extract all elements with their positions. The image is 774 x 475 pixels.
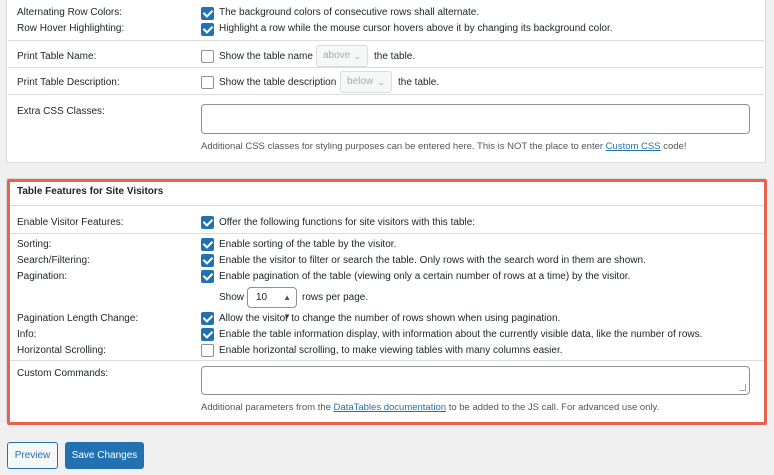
extra-css-classes-input[interactable]: [201, 104, 750, 134]
pagination-label: Pagination:: [17, 271, 68, 282]
pagination-length-change-text: Allow the visitor to change the number o…: [219, 313, 561, 324]
sorting-checkbox[interactable]: [201, 238, 214, 251]
rows-per-page-suffix: rows per page.: [302, 292, 369, 303]
custom-commands-help: Additional parameters from the DataTable…: [201, 402, 659, 413]
divider: [8, 40, 764, 41]
custom-commands-label: Custom Commands:: [17, 368, 109, 379]
enable-visitor-features-text: Offer the following functions for site v…: [219, 217, 476, 228]
horizontal-scrolling-text: Enable horizontal scrolling, to make vie…: [219, 345, 563, 356]
alternating-row-colors-checkbox[interactable]: [201, 7, 214, 20]
print-table-name-text: Show the table name: [219, 51, 313, 62]
search-filtering-text: Enable the visitor to filter or search t…: [219, 255, 646, 266]
divider: [8, 205, 764, 206]
print-table-description-text: Show the table description: [219, 77, 337, 88]
pagination-checkbox[interactable]: [201, 270, 214, 283]
print-table-description-checkbox[interactable]: [201, 76, 214, 89]
alternating-row-colors-label: Alternating Row Colors:: [17, 7, 123, 18]
enable-visitor-features-checkbox[interactable]: [201, 216, 214, 229]
custom-commands-help-text: Additional parameters from the: [201, 402, 331, 413]
resize-handle-icon[interactable]: [739, 384, 746, 391]
row-hover-highlighting-label: Row Hover Highlighting:: [17, 23, 125, 34]
table-name-position-value: above: [323, 50, 351, 61]
info-label: Info:: [17, 329, 37, 340]
extra-css-classes-label: Extra CSS Classes:: [17, 106, 105, 117]
search-filtering-checkbox[interactable]: [201, 254, 214, 267]
extra-css-help-suffix: code!: [663, 141, 687, 152]
divider: [8, 67, 764, 68]
datatables-documentation-link[interactable]: DataTables documentation: [334, 402, 447, 413]
divider: [8, 94, 764, 95]
print-table-name-label: Print Table Name:: [17, 51, 97, 62]
enable-visitor-features-label: Enable Visitor Features:: [17, 217, 124, 228]
extra-css-help-text: Additional CSS classes for styling purpo…: [201, 141, 604, 152]
chevron-down-icon: ⌄: [353, 51, 361, 61]
custom-css-link[interactable]: Custom CSS: [606, 141, 661, 152]
alternating-row-colors-text: The background colors of consecutive row…: [219, 7, 480, 18]
horizontal-scrolling-label: Horizontal Scrolling:: [17, 345, 106, 356]
print-table-description-label: Print Table Description:: [17, 77, 120, 88]
rows-per-page-input[interactable]: 10 ▲ ▼: [247, 287, 297, 321]
horizontal-scrolling-checkbox[interactable]: [201, 344, 214, 357]
info-checkbox[interactable]: [201, 328, 214, 341]
table-description-position-value: below: [347, 76, 374, 87]
print-table-description-suffix: the table.: [398, 77, 440, 88]
table-description-position-select[interactable]: below ⌄: [340, 71, 392, 93]
rows-per-page-value: 10: [256, 292, 268, 303]
divider: [8, 360, 764, 361]
row-hover-highlighting-checkbox[interactable]: [201, 23, 214, 36]
sorting-label: Sorting:: [17, 239, 52, 250]
chevron-down-icon: ⌄: [377, 77, 385, 87]
pagination-text: Enable pagination of the table (viewing …: [219, 271, 631, 282]
table-name-position-select[interactable]: above ⌄: [316, 45, 368, 67]
custom-commands-textarea[interactable]: [201, 366, 750, 395]
print-table-name-checkbox[interactable]: [201, 50, 214, 63]
sorting-text: Enable sorting of the table by the visit…: [219, 239, 397, 250]
search-filtering-label: Search/Filtering:: [17, 255, 90, 266]
section-heading: Table Features for Site Visitors: [17, 186, 164, 197]
pagination-length-change-label: Pagination Length Change:: [17, 313, 139, 324]
print-table-name-suffix: the table.: [374, 51, 416, 62]
pagination-show-label: Show: [219, 292, 245, 303]
extra-css-classes-help: Additional CSS classes for styling purpo…: [201, 141, 686, 152]
preview-button[interactable]: Preview: [7, 442, 58, 469]
pagination-length-change-checkbox[interactable]: [201, 312, 214, 325]
info-text: Enable the table information display, wi…: [219, 329, 703, 340]
custom-commands-help-suffix: to be added to the JS call. For advanced…: [448, 402, 660, 413]
save-changes-button[interactable]: Save Changes: [65, 442, 144, 469]
row-hover-highlighting-text: Highlight a row while the mouse cursor h…: [219, 23, 613, 34]
divider: [8, 233, 764, 234]
